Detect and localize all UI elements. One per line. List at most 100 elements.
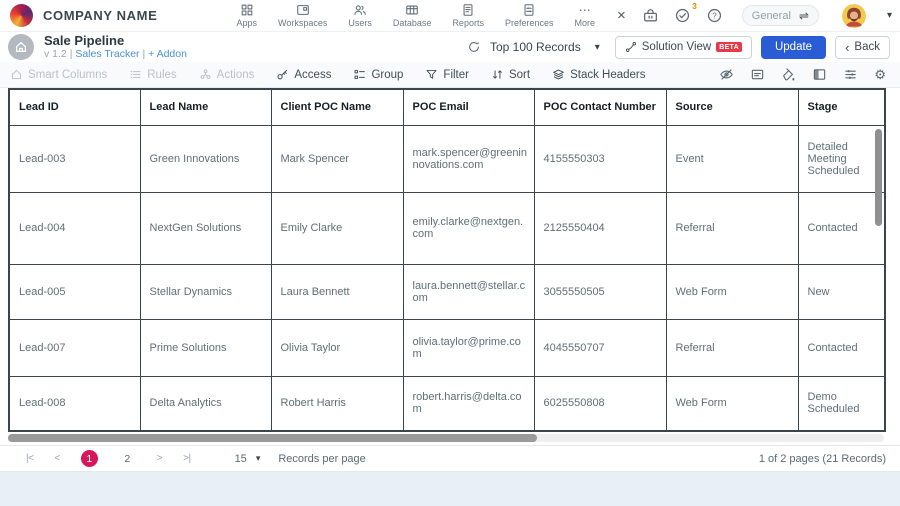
- addon-link[interactable]: + Addon: [148, 48, 187, 60]
- stack-headers-button[interactable]: Stack Headers: [552, 68, 645, 81]
- more-dots-icon: ⋯: [579, 3, 591, 17]
- table-cell[interactable]: robert.harris@delta.com: [403, 376, 534, 431]
- group-button[interactable]: Group: [353, 68, 403, 81]
- column-header[interactable]: POC Email: [403, 89, 534, 125]
- table-cell[interactable]: Web Form: [666, 376, 798, 431]
- table-cell[interactable]: New: [798, 264, 885, 319]
- table-cell[interactable]: emily.clarke@nextgen.com: [403, 192, 534, 264]
- table-cell[interactable]: NextGen Solutions: [140, 192, 271, 264]
- gear-icon[interactable]: ⚙: [874, 68, 886, 81]
- actions-button[interactable]: Actions: [199, 68, 255, 81]
- column-header[interactable]: Client POC Name: [271, 89, 403, 125]
- table-cell[interactable]: Lead-004: [9, 192, 140, 264]
- page-size-dropdown[interactable]: 15 ▾: [235, 453, 261, 465]
- table-cell[interactable]: Robert Harris: [271, 376, 403, 431]
- workspace-switcher-pill[interactable]: General ⇌: [742, 5, 819, 26]
- table-cell[interactable]: 3055550505: [534, 264, 666, 319]
- table-cell[interactable]: Lead-007: [9, 319, 140, 376]
- vertical-scrollbar[interactable]: [875, 129, 882, 226]
- table-cell[interactable]: Laura Bennett: [271, 264, 403, 319]
- rules-button[interactable]: Rules: [129, 68, 176, 81]
- table-cell[interactable]: Emily Clarke: [271, 192, 403, 264]
- smart-columns-icon: [10, 68, 23, 81]
- nav-item-reports[interactable]: Reports: [452, 3, 484, 28]
- table-cell[interactable]: Prime Solutions: [140, 319, 271, 376]
- table-cell[interactable]: Delta Analytics: [140, 376, 271, 431]
- help-icon[interactable]: ?: [706, 7, 723, 24]
- table-cell[interactable]: 6025550808: [534, 376, 666, 431]
- table-cell[interactable]: Contacted: [798, 319, 885, 376]
- eye-off-icon[interactable]: [719, 67, 734, 82]
- access-button[interactable]: Access: [276, 68, 331, 81]
- main-nav: Apps Workspaces Users Database Reports P…: [237, 3, 595, 28]
- nav-item-apps[interactable]: Apps: [237, 3, 258, 28]
- column-header[interactable]: POC Contact Number: [534, 89, 666, 125]
- nav-item-more[interactable]: ⋯ More: [574, 3, 595, 28]
- avatar[interactable]: [842, 4, 866, 28]
- table-cell[interactable]: olivia.taylor@prime.com: [403, 319, 534, 376]
- top-navigation-bar: COMPANY NAME Apps Workspaces Users Datab…: [0, 0, 900, 32]
- table-cell[interactable]: Lead-003: [9, 125, 140, 192]
- horizontal-scrollbar-track: [8, 434, 884, 442]
- solution-view-button[interactable]: Solution View BETA: [615, 36, 752, 59]
- grid-view-icons: ⚙: [719, 67, 886, 82]
- view-home-button[interactable]: [8, 34, 34, 60]
- profile-caret-icon[interactable]: ▾: [887, 10, 892, 21]
- smart-columns-button[interactable]: Smart Columns: [10, 68, 107, 81]
- notification-badge: 3: [692, 2, 696, 11]
- page-button-2[interactable]: 2: [119, 453, 136, 465]
- next-page-button[interactable]: >: [157, 453, 162, 464]
- nav-item-database[interactable]: Database: [393, 3, 432, 28]
- close-icon[interactable]: ×: [617, 8, 626, 23]
- prev-page-button[interactable]: <: [54, 453, 59, 464]
- page-button-1[interactable]: 1: [81, 450, 98, 467]
- sort-arrows-icon: [491, 68, 504, 81]
- toolbox-icon[interactable]: [642, 7, 659, 24]
- home-icon: [14, 40, 28, 54]
- table-cell[interactable]: Contacted: [798, 192, 885, 264]
- table-cell[interactable]: 4045550707: [534, 319, 666, 376]
- table-cell[interactable]: 2125550404: [534, 192, 666, 264]
- update-button[interactable]: Update: [761, 36, 826, 59]
- refresh-icon[interactable]: [467, 40, 481, 54]
- nav-item-users[interactable]: Users: [348, 3, 372, 28]
- table-cell[interactable]: Lead-005: [9, 264, 140, 319]
- table-cell[interactable]: mark.spencer@greeninnovations.com: [403, 125, 534, 192]
- filter-button[interactable]: Filter: [425, 68, 469, 81]
- column-header[interactable]: Source: [666, 89, 798, 125]
- table-cell[interactable]: Demo Scheduled: [798, 376, 885, 431]
- nav-item-workspaces[interactable]: Workspaces: [278, 3, 327, 28]
- last-page-button[interactable]: >|: [183, 453, 190, 464]
- records-dropdown[interactable]: Top 100 Records ▾: [490, 40, 600, 54]
- table-cell[interactable]: Green Innovations: [140, 125, 271, 192]
- page-title: Sale Pipeline: [44, 34, 187, 48]
- company-name: COMPANY NAME: [43, 8, 157, 23]
- first-page-button[interactable]: |<: [26, 453, 33, 464]
- nav-item-preferences[interactable]: Preferences: [505, 3, 554, 28]
- table-cell[interactable]: Mark Spencer: [271, 125, 403, 192]
- paint-bucket-icon[interactable]: [781, 67, 796, 82]
- column-header[interactable]: Lead ID: [9, 89, 140, 125]
- row-height-icon[interactable]: [843, 67, 858, 82]
- sales-tracker-link[interactable]: Sales Tracker: [75, 48, 139, 60]
- table-cell[interactable]: Stellar Dynamics: [140, 264, 271, 319]
- table-cell[interactable]: Detailed Meeting Scheduled: [798, 125, 885, 192]
- table-cell[interactable]: Web Form: [666, 264, 798, 319]
- table-cell[interactable]: 4155550303: [534, 125, 666, 192]
- table-cell[interactable]: Olivia Taylor: [271, 319, 403, 376]
- column-header[interactable]: Lead Name: [140, 89, 271, 125]
- sort-button[interactable]: Sort: [491, 68, 530, 81]
- columns-layout-icon[interactable]: [812, 67, 827, 82]
- column-header[interactable]: Stage: [798, 89, 885, 125]
- table-cell[interactable]: Referral: [666, 192, 798, 264]
- field-box-icon[interactable]: [750, 67, 765, 82]
- horizontal-scrollbar[interactable]: [8, 434, 537, 442]
- pagination-bar: |< < 1 2 > >| 15 ▾ Records per page 1 of…: [0, 445, 900, 472]
- tasks-check-icon[interactable]: 3: [674, 7, 691, 24]
- table-cell[interactable]: Event: [666, 125, 798, 192]
- table-cell[interactable]: Referral: [666, 319, 798, 376]
- table-cell[interactable]: laura.bennett@stellar.com: [403, 264, 534, 319]
- page-background: [0, 472, 900, 506]
- back-button[interactable]: ‹ Back: [835, 36, 890, 59]
- table-cell[interactable]: Lead-008: [9, 376, 140, 431]
